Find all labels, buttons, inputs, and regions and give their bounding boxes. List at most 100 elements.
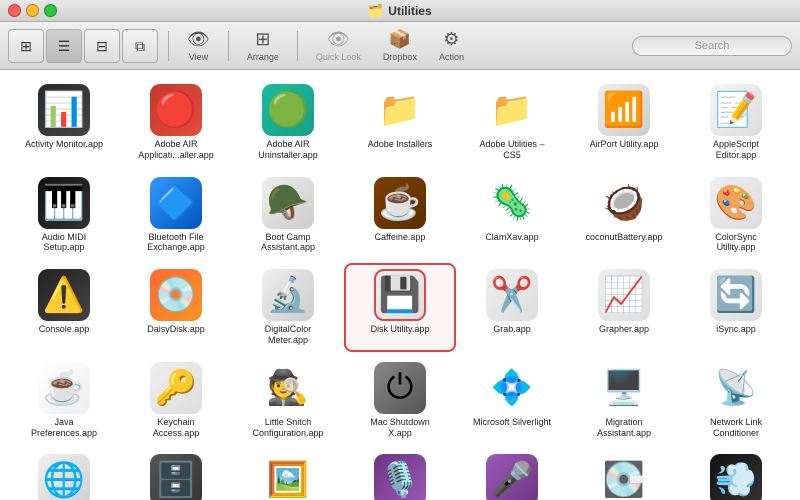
window-controls[interactable] xyxy=(8,4,57,17)
file-grid: 📊 Activity Monitor.app 🔴Adobe AIR Applicat… xyxy=(0,70,800,500)
app-label-little-snitch: Little Snitch Configuration.app xyxy=(248,417,328,439)
app-item-adobe-utilities[interactable]: 📁Adobe Utilities – CS5 xyxy=(458,80,566,165)
view-toolbar-btn[interactable]: 👁 View xyxy=(179,26,218,66)
app-icon-little-snitch: 🕵️ xyxy=(262,362,314,414)
app-icon-bootcamp: 🪖 xyxy=(262,177,314,229)
app-label-coconutbattery: coconutBattery.app xyxy=(586,232,663,243)
maximize-button[interactable] xyxy=(44,4,57,17)
app-item-picasa[interactable]: 🖼️PicasaUploaderDesktop.app xyxy=(234,450,342,500)
dropbox-icon: 📦 xyxy=(389,29,411,50)
action-toolbar-btn[interactable]: ⚙ Action xyxy=(431,26,472,66)
app-icon-mac-shutdown: ⏻ xyxy=(374,362,426,414)
app-item-coconutbattery[interactable]: 🥥 coconutBattery.app xyxy=(570,173,678,258)
app-icon-activity-monitor: 📊 xyxy=(38,84,90,136)
app-icon-smcfan: 💨 xyxy=(710,454,762,500)
app-item-disk-utility[interactable]: 💾Disk Utility.app xyxy=(346,265,454,350)
app-label-grapher: Grapher.app xyxy=(599,324,649,335)
arrange-label: Arrange xyxy=(247,52,279,62)
app-item-bluetooth-file[interactable]: 🔷Bluetooth File Exchange.app xyxy=(122,173,230,258)
app-item-console[interactable]: ⚠️ Console.app xyxy=(10,265,118,350)
app-icon-audio-midi: 🎹 xyxy=(38,177,90,229)
app-item-silverlight[interactable]: 💠Microsoft Silverlight xyxy=(458,358,566,443)
app-item-paragon[interactable]: 🗄️Paragon NTFS for Mac OS X xyxy=(122,450,230,500)
app-item-raid-utility[interactable]: 💽RAID Utility.app xyxy=(570,450,678,500)
app-label-activity-monitor: Activity Monitor.app xyxy=(25,139,103,150)
app-icon-console: ⚠️ xyxy=(38,269,90,321)
app-label-bootcamp: Boot Camp Assistant.app xyxy=(248,232,328,254)
app-icon-airport-utility: 📶 xyxy=(598,84,650,136)
app-item-network-link[interactable]: 📡Network Link Conditioner xyxy=(682,358,790,443)
app-item-airport-utility[interactable]: 📶AirPort Utility.app xyxy=(570,80,678,165)
app-item-grapher[interactable]: 📈 Grapher.app xyxy=(570,265,678,350)
app-label-applescript-editor: AppleScript Editor.app xyxy=(696,139,776,161)
app-grid: 📊 Activity Monitor.app 🔴Adobe AIR Applicat… xyxy=(10,80,790,500)
app-label-network-link: Network Link Conditioner xyxy=(696,417,776,439)
app-label-mac-shutdown: Mac Shutdown X.app xyxy=(360,417,440,439)
app-label-java-prefs: Java Preferences.app xyxy=(24,417,104,439)
app-item-migration[interactable]: 🖥️Migration Assistant.app xyxy=(570,358,678,443)
app-icon-bluetooth-file: 🔷 xyxy=(150,177,202,229)
app-item-java-prefs[interactable]: ☕Java Preferences.app xyxy=(10,358,118,443)
app-item-keychain[interactable]: 🔑Keychain Access.app xyxy=(122,358,230,443)
app-item-applescript-editor[interactable]: 📝 AppleScript Editor.app xyxy=(682,80,790,165)
app-item-audio-midi[interactable]: 🎹Audio MIDI Setup.app xyxy=(10,173,118,258)
app-item-podcast-publisher[interactable]: 🎤Podcast Publisher.app xyxy=(458,450,566,500)
col-view-icon: ⊟ xyxy=(96,39,108,53)
app-label-colorsync: ColorSync Utility.app xyxy=(696,232,776,254)
app-icon-podcast-publisher: 🎤 xyxy=(486,454,538,500)
app-icon-paragon: 🗄️ xyxy=(150,454,202,500)
app-item-bootcamp[interactable]: 🪖 Boot Camp Assistant.app xyxy=(234,173,342,258)
app-icon-podcast-capture: 🎙️ xyxy=(374,454,426,500)
app-item-daisydisk[interactable]: 💿 DaisyDisk.app xyxy=(122,265,230,350)
action-icon: ⚙ xyxy=(443,29,459,50)
app-item-digitalcolor[interactable]: 🔬DigitalColor Meter.app xyxy=(234,265,342,350)
quicklook-label: Quick Look xyxy=(316,52,361,62)
app-icon-grapher: 📈 xyxy=(598,269,650,321)
app-icon-daisydisk: 💿 xyxy=(150,269,202,321)
app-icon-clamxav: 🦠 xyxy=(486,177,538,229)
app-item-network-utility[interactable]: 🌐Network Utility.app xyxy=(10,450,118,500)
app-label-adobe-air-uninstall: Adobe AIR Uninstaller.app xyxy=(248,139,328,161)
app-item-colorsync[interactable]: 🎨 ColorSync Utility.app xyxy=(682,173,790,258)
view-icon-btn[interactable]: ⊞ xyxy=(8,29,44,63)
app-item-little-snitch[interactable]: 🕵️ Little Snitch Configuration.app xyxy=(234,358,342,443)
minimize-button[interactable] xyxy=(26,4,39,17)
app-item-adobe-air-app[interactable]: 🔴Adobe AIR Applicati...aller.app xyxy=(122,80,230,165)
titlebar: 🗂️ Utilities xyxy=(0,0,800,22)
app-icon-keychain: 🔑 xyxy=(150,362,202,414)
app-label-disk-utility: Disk Utility.app xyxy=(371,324,430,335)
app-item-clamxav[interactable]: 🦠ClamXav.app xyxy=(458,173,566,258)
app-item-grab[interactable]: ✂️Grab.app xyxy=(458,265,566,350)
app-icon-network-utility: 🌐 xyxy=(38,454,90,500)
app-icon-coconutbattery: 🥥 xyxy=(598,177,650,229)
app-label-grab: Grab.app xyxy=(493,324,531,335)
app-item-mac-shutdown[interactable]: ⏻ Mac Shutdown X.app xyxy=(346,358,454,443)
app-item-caffeine[interactable]: ☕Caffeine.app xyxy=(346,173,454,258)
app-item-podcast-capture[interactable]: 🎙️Podcast Capture.app xyxy=(346,450,454,500)
app-icon-applescript-editor: 📝 xyxy=(710,84,762,136)
app-item-activity-monitor[interactable]: 📊 Activity Monitor.app xyxy=(10,80,118,165)
app-label-isync: iSync.app xyxy=(716,324,756,335)
view-col-btn[interactable]: ⊟ xyxy=(84,29,120,63)
arrange-toolbar-btn[interactable]: ⊞ Arrange xyxy=(239,26,287,66)
quicklook-toolbar-btn[interactable]: 👁 Quick Look xyxy=(308,26,369,66)
search-bar xyxy=(632,36,792,56)
toolbar-sep-1 xyxy=(168,31,169,61)
dropbox-toolbar-btn[interactable]: 📦 Dropbox xyxy=(375,26,425,66)
app-item-isync[interactable]: 🔄 iSync.app xyxy=(682,265,790,350)
app-item-smcfan[interactable]: 💨smcFanControl.app xyxy=(682,450,790,500)
view-label: View xyxy=(189,52,208,62)
close-button[interactable] xyxy=(8,4,21,17)
search-input[interactable] xyxy=(632,36,792,56)
app-label-console: Console.app xyxy=(39,324,90,335)
app-item-adobe-installers[interactable]: 📁Adobe Installers xyxy=(346,80,454,165)
app-item-adobe-air-uninstall[interactable]: 🟢Adobe AIR Uninstaller.app xyxy=(234,80,342,165)
view-list-btn[interactable]: ☰ xyxy=(46,29,82,63)
app-icon-isync: 🔄 xyxy=(710,269,762,321)
view-cover-btn[interactable]: ⧉ xyxy=(122,29,158,63)
quicklook-icon: 👁 xyxy=(327,29,350,50)
app-icon-silverlight: 💠 xyxy=(486,362,538,414)
app-label-daisydisk: DaisyDisk.app xyxy=(147,324,205,335)
app-icon-caffeine: ☕ xyxy=(374,177,426,229)
app-icon-colorsync: 🎨 xyxy=(710,177,762,229)
